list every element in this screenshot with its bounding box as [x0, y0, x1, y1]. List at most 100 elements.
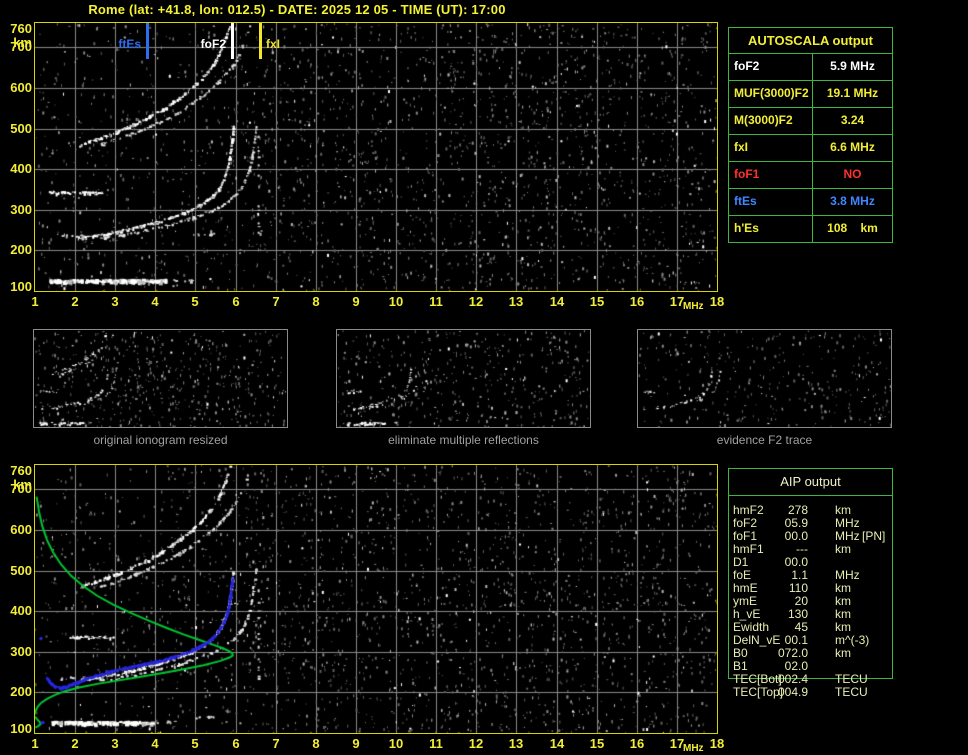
x-tick-label: 14 — [549, 736, 565, 751]
x-tick-label: 4 — [151, 294, 159, 309]
y-tick-label: 100 — [10, 721, 32, 736]
thumbnail-eliminate-reflections — [336, 329, 591, 428]
y-tick-label: 400 — [10, 161, 32, 176]
x-tick-label: 10 — [388, 736, 404, 751]
thumbnail-original-canvas — [34, 330, 287, 427]
autoscala-output-table: AUTOSCALA output foF2 5.9 MHz MUF(3000)F… — [728, 27, 893, 243]
x-tick-label: 6 — [232, 736, 240, 751]
x-tick-label: 4 — [151, 736, 159, 751]
x-tick-label: 2 — [71, 736, 79, 751]
x-tick-label: 5 — [191, 736, 199, 751]
table-row-fof2: foF2 5.9 MHz — [729, 53, 892, 80]
bottom-ionogram-canvas — [35, 465, 717, 733]
y-tick-label: 700 — [10, 481, 32, 496]
thumbnail-original-ionogram — [33, 329, 288, 428]
thumbnail-evidence-f2 — [637, 329, 892, 428]
table-row-ftes: ftEs 3.8 MHz — [729, 188, 892, 215]
y-tick-label: 400 — [10, 603, 32, 618]
table-row-hes: h'Es 108 km — [729, 215, 892, 242]
fof2-marker-line — [231, 23, 234, 59]
x-tick-label: 10 — [388, 294, 404, 309]
top-ionogram-canvas — [35, 23, 717, 291]
y-tick-label: 300 — [10, 202, 32, 217]
fof2-label: foF2 — [729, 54, 813, 80]
x-tick-label: 9 — [352, 736, 360, 751]
x-tick-label: 14 — [549, 294, 565, 309]
top-ionogram-plot: ftEs foF2 fxI — [34, 22, 718, 292]
thumbnail-evidence-canvas — [638, 330, 891, 427]
fof2-marker-label: foF2 — [200, 37, 226, 51]
x-tick-label: 18 — [709, 736, 725, 751]
table-row-fof1: foF1 NO — [729, 161, 892, 188]
x-tick-label: 7 — [272, 736, 280, 751]
fof2-value: 5.9 MHz — [830, 59, 875, 73]
fxi-marker-label: fxI — [266, 37, 281, 51]
autoscala-window: Rome (lat: +41.8, lon: 012.5) - DATE: 20… — [0, 0, 968, 755]
thumbnail-caption-eliminate: eliminate multiple reflections — [388, 433, 539, 447]
x-tick-label: 1 — [31, 736, 39, 751]
fxi-value: 6.6 MHz — [830, 140, 875, 154]
y-tick-label: 200 — [10, 242, 32, 257]
y-tick-label: 600 — [10, 522, 32, 537]
table-row-m3000f2: M(3000)F2 3.24 — [729, 107, 892, 134]
ftes-marker-line — [146, 23, 149, 59]
aip-unit: km — [835, 542, 851, 556]
x-tick-label: 1 — [31, 294, 39, 309]
y-tick-label: 700 — [10, 39, 32, 54]
y-tick-label: 500 — [10, 121, 32, 136]
aip-row-tec-top-: TEC[Top] 004.9 TECU — [728, 686, 892, 699]
table-row-fxi: fxI 6.6 MHz — [729, 134, 892, 161]
x-tick-label: 16 — [629, 736, 645, 751]
aip-value: 004.9 — [777, 685, 808, 699]
x-tick-label: 3 — [111, 736, 119, 751]
hes-value: 108 km — [827, 221, 878, 235]
x-tick-label: 11 — [429, 294, 443, 309]
fxi-label: fxI — [729, 135, 813, 161]
x-tick-label: 3 — [111, 294, 119, 309]
thumbnail-caption-original: original ionogram resized — [93, 433, 228, 447]
thumbnail-caption-evidence: evidence F2 trace — [716, 433, 813, 447]
x-tick-label: 2 — [71, 294, 79, 309]
ftes-marker-label: ftEs — [118, 37, 141, 51]
fxi-marker-line — [259, 23, 262, 59]
x-tick-label: 8 — [312, 736, 320, 751]
x-tick-label: 7 — [272, 294, 280, 309]
aip-extra: [PN] — [862, 529, 886, 543]
x-tick-label: 8 — [312, 294, 320, 309]
table-row-muf3000f2: MUF(3000)F2 19.1 MHz — [729, 80, 892, 107]
aip-row-deln-ve: DelN_vE 00.1 m^(-3) — [728, 634, 892, 647]
aip-row-b0: B0 072.0 km — [728, 647, 892, 660]
ftes-value: 3.8 MHz — [830, 194, 875, 208]
aip-unit: TECU — [835, 685, 868, 699]
x-tick-label: 12 — [468, 294, 484, 309]
fof1-value: NO — [843, 167, 862, 181]
x-tick-label: 18 — [709, 294, 725, 309]
y-tick-label: 300 — [10, 644, 32, 659]
m3000f2-label: M(3000)F2 — [729, 108, 813, 134]
aip-row-d1: D1 00.0 — [728, 556, 892, 569]
bottom-ionogram-plot — [34, 464, 718, 734]
x-tick-label: 15 — [589, 736, 605, 751]
thumbnail-eliminate-canvas — [337, 330, 590, 427]
muf3000f2-label: MUF(3000)F2 — [729, 81, 813, 107]
y-tick-label: 200 — [10, 684, 32, 699]
y-tick-label: 600 — [10, 80, 32, 95]
y-tick-label: 760 — [10, 463, 32, 478]
x-tick-label: 6 — [232, 294, 240, 309]
x-tick-label: 11 — [429, 736, 443, 751]
y-tick-label: 100 — [10, 279, 32, 294]
aip-unit: km — [835, 646, 851, 660]
y-tick-label: 500 — [10, 563, 32, 578]
muf3000f2-value: 19.1 MHz — [826, 86, 879, 100]
x-tick-label: 15 — [589, 294, 605, 309]
fof1-label: foF1 — [729, 162, 813, 188]
aip-row-hmf1: hmF1 --- km — [728, 543, 892, 556]
y-tick-label: 760 — [10, 21, 32, 36]
x-tick-label: 5 — [191, 294, 199, 309]
hes-label: h'Es — [729, 216, 813, 242]
ftes-label: ftEs — [729, 189, 813, 215]
x-tick-label: 12 — [468, 736, 484, 751]
x-axis-unit-label: MHz — [683, 301, 704, 312]
aip-panel-title: AIP output — [729, 469, 892, 496]
x-tick-label: 16 — [629, 294, 645, 309]
